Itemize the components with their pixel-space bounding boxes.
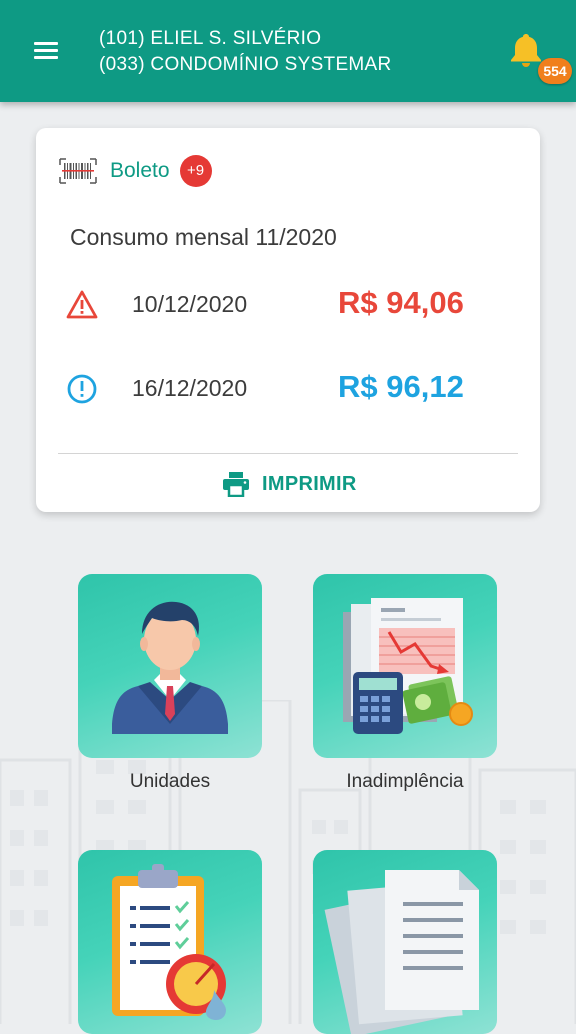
printer-icon: [223, 472, 249, 497]
card-divider: [58, 453, 518, 454]
hamburger-icon-bar: [34, 56, 58, 59]
print-button[interactable]: IMPRIMIR: [222, 466, 357, 502]
tile-documents[interactable]: [313, 850, 497, 1034]
amount-value: R$ 94,06: [338, 285, 464, 320]
user-unit: (101) ELIEL S. SILVÉRIO: [99, 28, 322, 49]
user-info: (101) ELIEL S. SILVÉRIO (033) CONDOMÍNIO…: [99, 26, 392, 78]
warning-icon: [66, 290, 98, 319]
app-bar: (101) ELIEL S. SILVÉRIO (033) CONDOMÍNIO…: [0, 0, 576, 102]
tile-checklist[interactable]: [78, 850, 262, 1034]
finance-report-icon: [343, 598, 473, 734]
tile-unidades[interactable]: [78, 574, 262, 758]
due-date: 10/12/2020: [132, 291, 248, 317]
tile-inadimplencia[interactable]: [313, 574, 497, 758]
tile-label: Inadimplência: [346, 771, 464, 792]
checklist-icon: [112, 864, 226, 1020]
due-date: 16/12/2020: [132, 375, 248, 401]
boleto-entry[interactable]: 10/12/2020 R$ 94,06: [66, 285, 516, 325]
boleto-card: Boleto +9 Consumo mensal 11/2020 10/12/2…: [36, 128, 540, 512]
boleto-header[interactable]: Boleto +9: [58, 155, 212, 187]
menu-button[interactable]: [34, 38, 66, 66]
amount-value: R$ 96,12: [338, 369, 464, 404]
notification-count-badge: 554: [538, 58, 572, 84]
print-label: IMPRIMIR: [262, 472, 357, 495]
hamburger-icon-bar: [34, 42, 58, 45]
tile-label: Unidades: [129, 771, 211, 792]
notifications-button[interactable]: 554: [506, 30, 572, 90]
boleto-entry[interactable]: 16/12/2020 R$ 96,12: [66, 369, 516, 409]
extra-boletos-badge: +9: [179, 155, 212, 187]
barcode-icon: [59, 158, 97, 184]
boleto-title: Boleto: [110, 159, 170, 182]
condominium-name: (033) CONDOMÍNIO SYSTEMAR: [99, 54, 392, 75]
person-icon: [112, 601, 228, 734]
info-icon: [67, 374, 97, 404]
hamburger-icon-bar: [34, 49, 58, 52]
boleto-subtitle: Consumo mensal 11/2020: [70, 224, 337, 250]
documents-icon: [324, 870, 479, 1034]
